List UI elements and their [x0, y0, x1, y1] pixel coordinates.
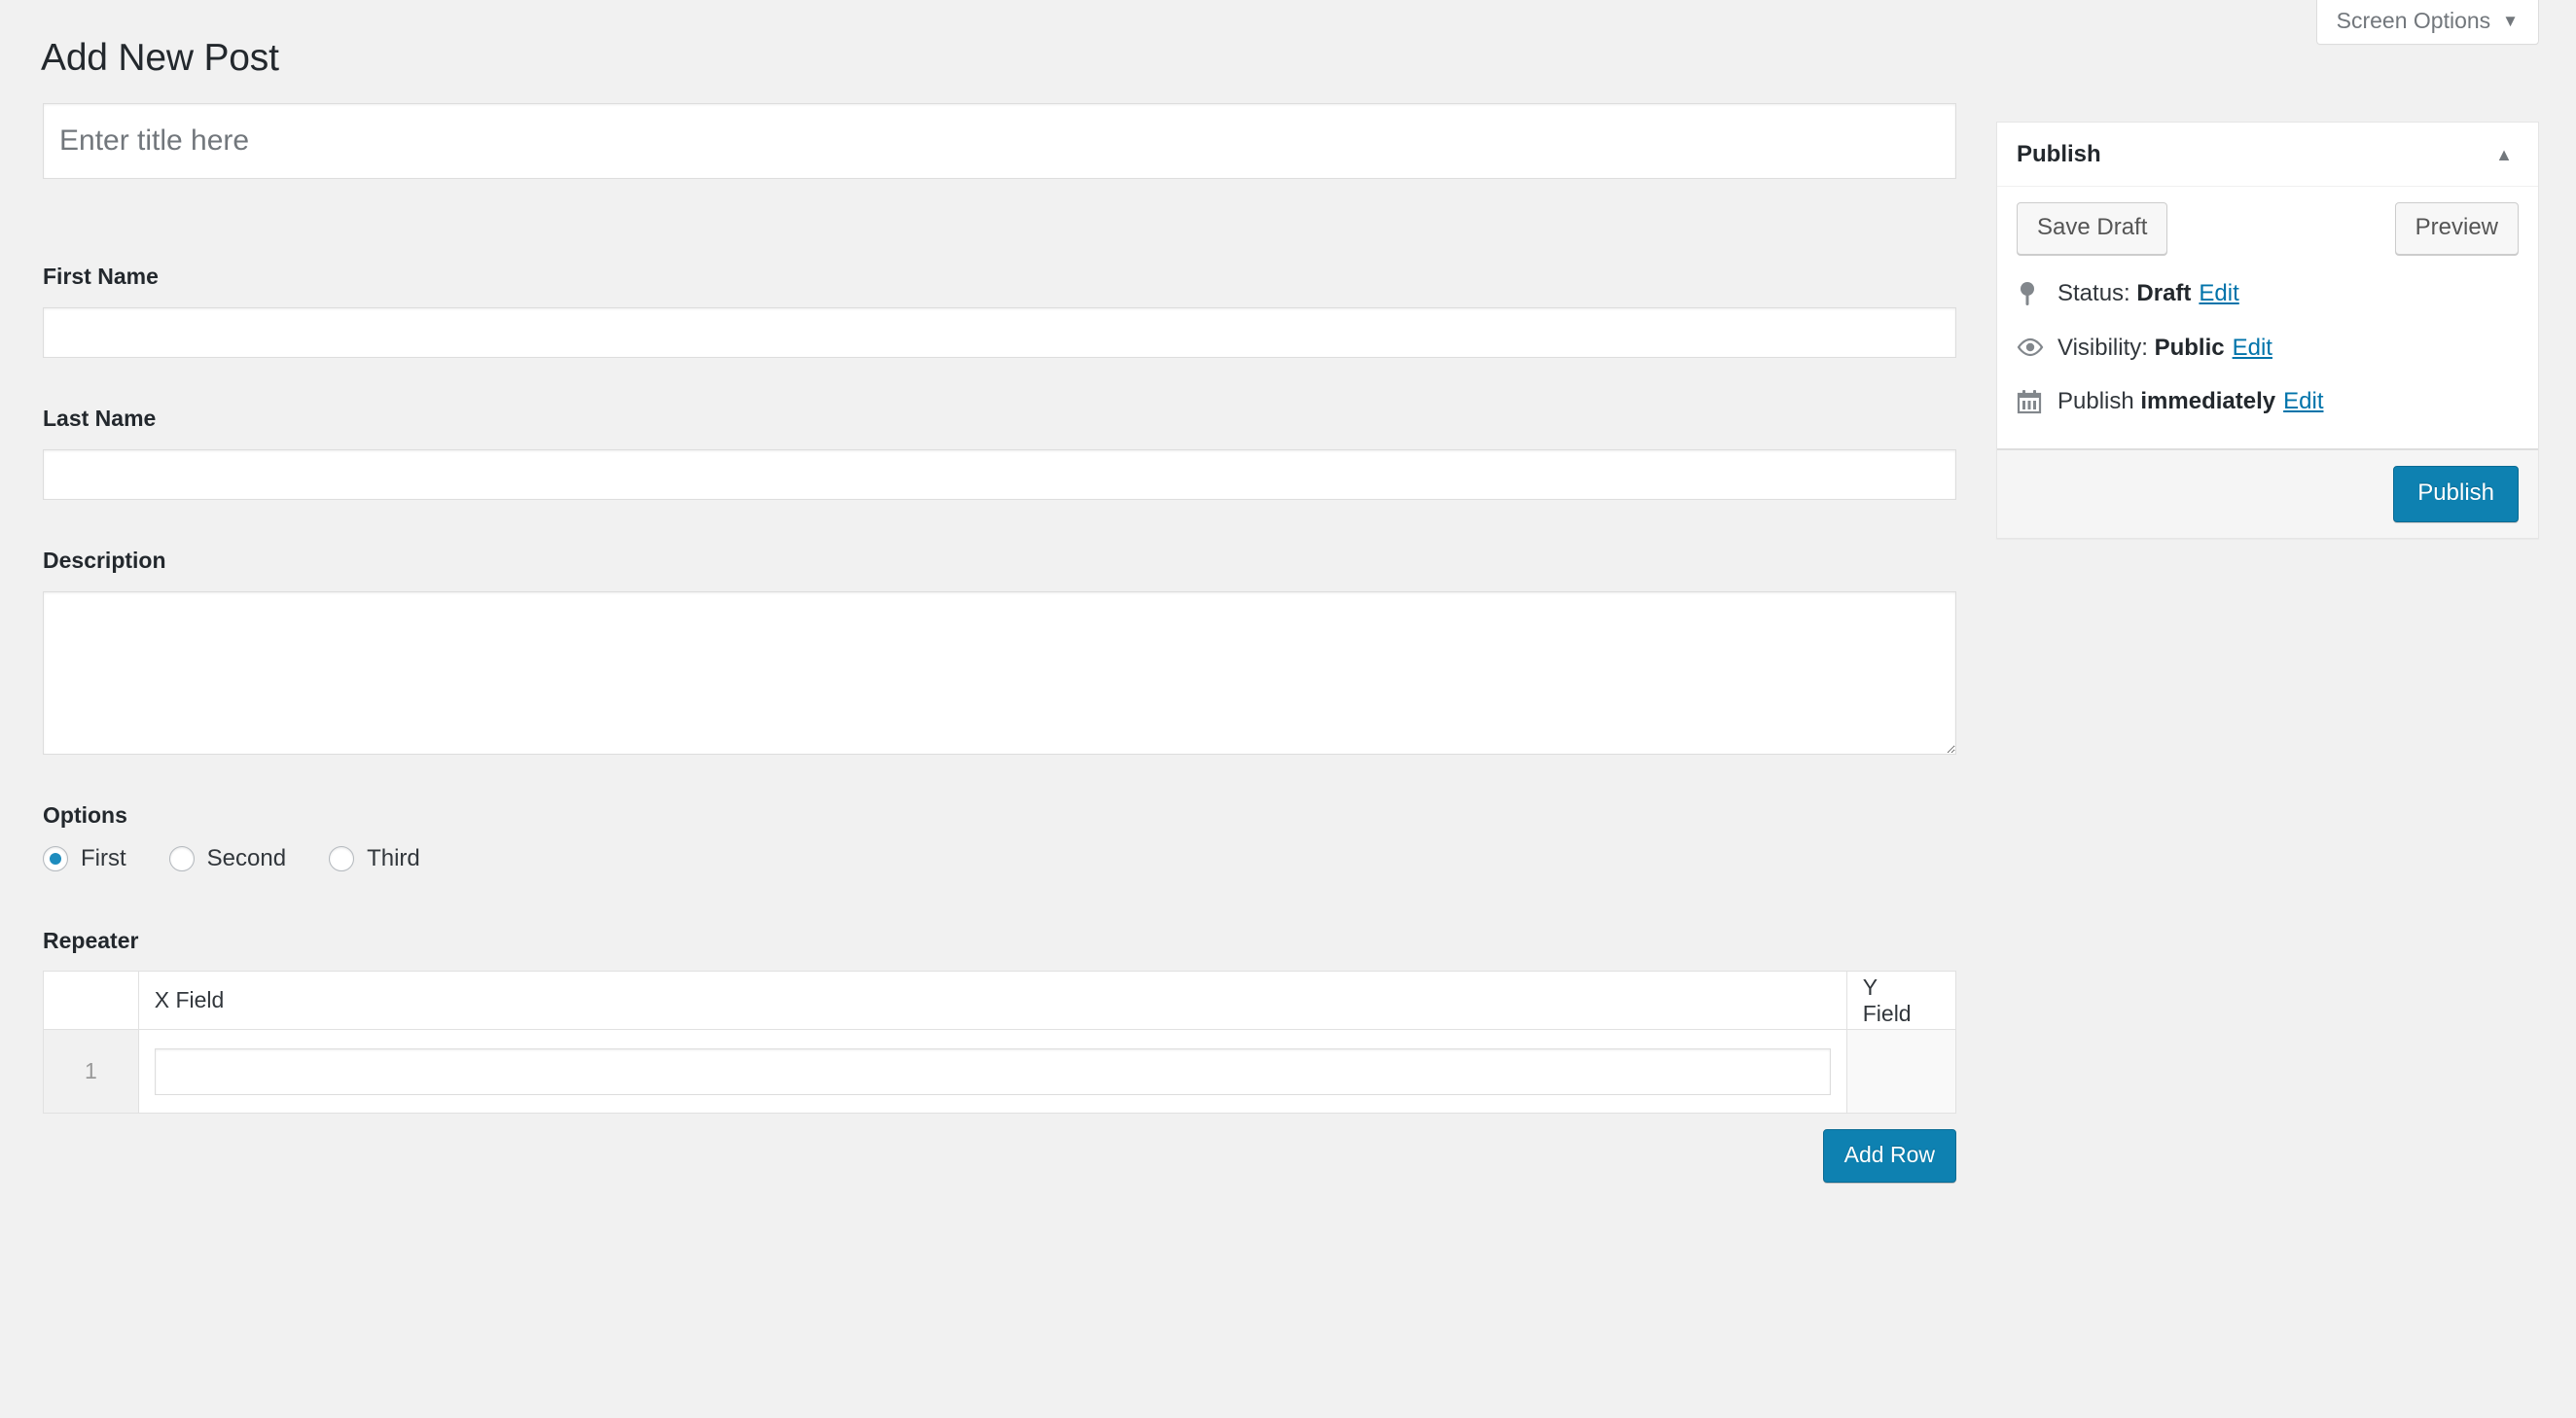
publish-button[interactable]: Publish	[2393, 465, 2519, 522]
field-repeater: Repeater X Field Y Field	[43, 927, 1957, 1184]
radio-label-first[interactable]: First	[81, 846, 126, 870]
screen-meta-links: Screen Options ▼	[2315, 0, 2539, 46]
status-text: Status: Draft	[2057, 277, 2191, 310]
radio-option-first[interactable]: First	[43, 845, 126, 871]
title-field-wrap	[43, 103, 1956, 179]
publish-postbox: Publish ▲ Save Draft Preview Status: Dra…	[1996, 122, 2539, 539]
chevron-up-icon[interactable]: ▲	[2489, 140, 2519, 169]
field-description: Description	[43, 547, 1956, 755]
radio-icon-first[interactable]	[43, 845, 68, 871]
minor-publishing-actions: Save Draft Preview	[2017, 202, 2519, 266]
description-textarea[interactable]	[43, 590, 1956, 755]
eye-icon	[2017, 337, 2052, 357]
field-input-wrap-last-name	[43, 448, 1956, 500]
last-name-input[interactable]	[43, 448, 1956, 500]
repeater-table-body: 1	[43, 1029, 1957, 1115]
visibility-row: Visibility: Public Edit	[2017, 321, 2519, 375]
visibility-value: Public	[2154, 334, 2225, 361]
main-content-column: First Name Last Name Description	[43, 103, 1957, 1184]
field-input-wrap-repeater: X Field Y Field 1	[43, 971, 1957, 1184]
field-options: Options First Second Third	[43, 801, 1956, 871]
radio-icon-second[interactable]	[168, 845, 195, 871]
status-value: Draft	[2136, 280, 2192, 306]
status-row: Status: Draft Edit	[2017, 266, 2519, 321]
options-radio-list: First Second Third	[43, 845, 1956, 871]
screen-options-button[interactable]: Screen Options ▼	[2315, 0, 2539, 46]
repeater-x-input[interactable]	[154, 1047, 1831, 1095]
repeater-header-row: X Field Y Field	[43, 971, 1957, 1031]
repeater-cell-remove[interactable]	[1845, 1029, 1957, 1115]
radio-option-third[interactable]: Third	[329, 845, 420, 871]
screen-options-label: Screen Options	[2336, 8, 2491, 33]
repeater-table: X Field Y Field 1	[43, 971, 1957, 1115]
field-label-repeater: Repeater	[43, 927, 139, 953]
first-name-input[interactable]	[43, 306, 1956, 358]
repeater-row-order[interactable]: 1	[43, 1029, 139, 1115]
field-label-options: Options	[43, 801, 127, 828]
visibility-text: Visibility: Public	[2057, 332, 2225, 365]
major-publishing-actions: Publish	[1997, 448, 2538, 538]
radio-label-third[interactable]: Third	[367, 846, 420, 870]
table-row: 1	[43, 1029, 1957, 1115]
visibility-prefix: Visibility:	[2057, 334, 2148, 361]
page-title: Add New Post	[41, 37, 279, 79]
acf-fields: First Name Last Name Description Options…	[43, 263, 1957, 1184]
field-last-name: Last Name	[43, 405, 1956, 500]
schedule-row: Publish immediately Edit	[2017, 374, 2519, 429]
field-label-last-name: Last Name	[43, 405, 157, 431]
add-row-button[interactable]: Add Row	[1822, 1129, 1956, 1184]
schedule-prefix: Publish	[2057, 388, 2134, 415]
minor-publishing: Save Draft Preview Status: Draft Edit Vi…	[1997, 187, 2538, 449]
preview-button[interactable]: Preview	[2394, 202, 2519, 255]
post-body: First Name Last Name Description	[0, 103, 2576, 1418]
publish-postbox-title: Publish	[2017, 140, 2101, 167]
radio-option-second[interactable]: Second	[168, 845, 286, 871]
calendar-icon	[2017, 389, 2052, 414]
field-input-wrap-description	[43, 590, 1956, 755]
chevron-down-icon: ▼	[2502, 12, 2519, 30]
repeater-table-head: X Field Y Field	[43, 971, 1957, 1031]
field-label-description: Description	[43, 547, 166, 573]
status-prefix: Status:	[2057, 280, 2130, 306]
field-input-wrap-options: First Second Third	[43, 845, 1956, 871]
repeater-th-order	[43, 971, 139, 1031]
radio-label-second[interactable]: Second	[207, 846, 286, 870]
field-label-first-name: First Name	[43, 264, 159, 289]
schedule-edit-link[interactable]: Edit	[2283, 385, 2323, 418]
schedule-text: Publish immediately	[2057, 385, 2275, 418]
radio-icon-third[interactable]	[329, 845, 355, 871]
visibility-edit-link[interactable]: Edit	[2233, 332, 2272, 365]
save-draft-button[interactable]: Save Draft	[2017, 202, 2168, 255]
field-first-name: First Name	[43, 263, 1956, 358]
repeater-actions: Add Row	[43, 1114, 1956, 1184]
publishing-action: Publish	[2393, 465, 2519, 522]
publish-postbox-header: Publish ▲	[1997, 123, 2538, 187]
repeater-th-x-field: X Field	[137, 971, 1847, 1031]
status-edit-link[interactable]: Edit	[2199, 277, 2238, 310]
schedule-value: immediately	[2140, 388, 2276, 415]
sidebar-column: Publish ▲ Save Draft Preview Status: Dra…	[1996, 122, 2539, 539]
submitbox: Save Draft Preview Status: Draft Edit Vi…	[1997, 187, 2538, 538]
pin-icon	[2017, 281, 2052, 306]
field-input-wrap-first-name	[43, 306, 1956, 358]
repeater-cell-x	[137, 1029, 1847, 1115]
post-title-input[interactable]	[43, 103, 1956, 179]
